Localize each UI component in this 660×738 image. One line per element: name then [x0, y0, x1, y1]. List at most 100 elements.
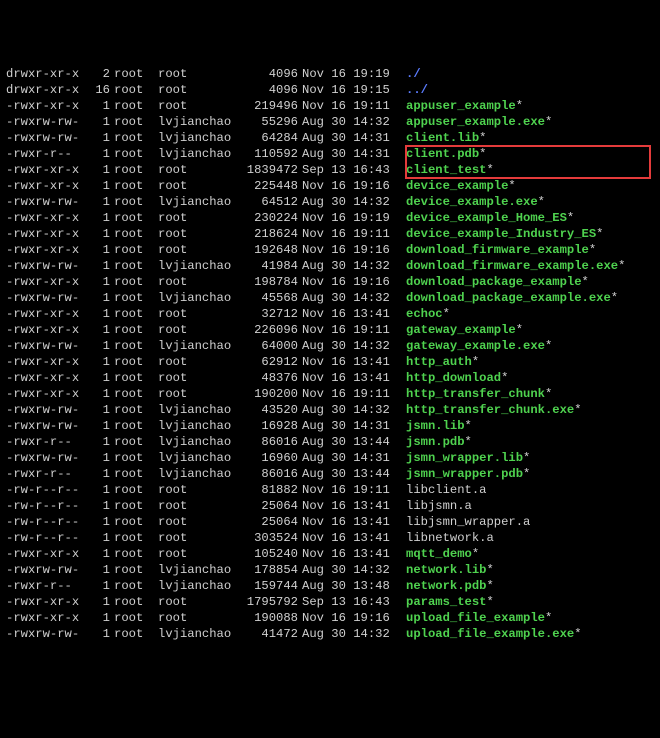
group: lvjianchao — [158, 338, 238, 354]
owner: root — [114, 354, 154, 370]
permissions: -rw-r--r-- — [6, 514, 88, 530]
group: root — [158, 210, 238, 226]
owner: root — [114, 498, 154, 514]
size: 159744 — [238, 578, 298, 594]
group: root — [158, 546, 238, 562]
owner: root — [114, 162, 154, 178]
link-count: 1 — [88, 226, 110, 242]
permissions: -rwxrw-rw- — [6, 194, 88, 210]
filename: client.lib — [406, 130, 479, 146]
permissions: -rw-r--r-- — [6, 482, 88, 498]
owner: root — [114, 194, 154, 210]
link-count: 1 — [88, 450, 110, 466]
file-entry: -rwxr-r--1rootlvjianchao86016Aug 30 13:4… — [6, 434, 654, 450]
permissions: -rwxrw-rw- — [6, 258, 88, 274]
file-entry: -rwxr-xr-x1rootroot219496Nov 16 19:11app… — [6, 98, 654, 114]
link-count: 1 — [88, 402, 110, 418]
size: 198784 — [238, 274, 298, 290]
link-count: 1 — [88, 258, 110, 274]
type-suffix: * — [508, 179, 515, 193]
size: 25064 — [238, 514, 298, 530]
filename: ./ — [406, 66, 421, 82]
owner: root — [114, 290, 154, 306]
owner: root — [114, 578, 154, 594]
permissions: -rwxr-xr-x — [6, 370, 88, 386]
size: 81882 — [238, 482, 298, 498]
link-count: 1 — [88, 114, 110, 130]
size: 41984 — [238, 258, 298, 274]
date: Nov 16 19:19 — [302, 210, 402, 226]
filename: libjsmn.a — [406, 498, 472, 514]
size: 86016 — [238, 466, 298, 482]
filename: mqtt_demo — [406, 546, 472, 562]
owner: root — [114, 98, 154, 114]
owner: root — [114, 626, 154, 642]
size: 86016 — [238, 434, 298, 450]
group: lvjianchao — [158, 578, 238, 594]
type-suffix: * — [486, 563, 493, 577]
filename: device_example_Industry_ES — [406, 226, 596, 242]
link-count: 1 — [88, 466, 110, 482]
file-entry: -rwxrw-rw-1rootlvjianchao64000Aug 30 14:… — [6, 338, 654, 354]
size: 110592 — [238, 146, 298, 162]
filename: upload_file_example.exe — [406, 626, 574, 642]
date: Nov 16 19:15 — [302, 82, 402, 98]
filename: download_package_example.exe — [406, 290, 611, 306]
link-count: 1 — [88, 98, 110, 114]
date: Nov 16 13:41 — [302, 306, 402, 322]
permissions: -rwxrw-rw- — [6, 402, 88, 418]
permissions: -rwxr-xr-x — [6, 306, 88, 322]
date: Aug 30 13:44 — [302, 466, 402, 482]
directory-listing: drwxr-xr-x2rootroot4096Nov 16 19:19./drw… — [6, 66, 654, 642]
type-suffix: * — [523, 467, 530, 481]
link-count: 1 — [88, 626, 110, 642]
owner: root — [114, 450, 154, 466]
group: root — [158, 242, 238, 258]
filename: appuser_example — [406, 98, 516, 114]
link-count: 1 — [88, 386, 110, 402]
filename: download_package_example — [406, 274, 582, 290]
link-count: 1 — [88, 162, 110, 178]
date: Aug 30 14:31 — [302, 146, 402, 162]
filename: http_transfer_chunk.exe — [406, 402, 574, 418]
group: root — [158, 226, 238, 242]
file-entry: -rwxr-r--1rootlvjianchao110592Aug 30 14:… — [6, 146, 654, 162]
filename: http_download — [406, 370, 501, 386]
type-suffix: * — [574, 403, 581, 417]
type-suffix: * — [545, 611, 552, 625]
owner: root — [114, 386, 154, 402]
file-entry: -rwxr-xr-x1rootroot1839472Sep 13 16:43cl… — [6, 162, 654, 178]
type-suffix: * — [545, 115, 552, 129]
group: lvjianchao — [158, 562, 238, 578]
group: lvjianchao — [158, 146, 238, 162]
group: root — [158, 98, 238, 114]
file-entry: -rwxrw-rw-1rootlvjianchao178854Aug 30 14… — [6, 562, 654, 578]
date: Nov 16 13:41 — [302, 354, 402, 370]
filename: appuser_example.exe — [406, 114, 545, 130]
type-suffix: * — [516, 323, 523, 337]
permissions: -rwxrw-rw- — [6, 562, 88, 578]
owner: root — [114, 258, 154, 274]
link-count: 1 — [88, 338, 110, 354]
owner: root — [114, 418, 154, 434]
group: root — [158, 610, 238, 626]
date: Nov 16 19:11 — [302, 322, 402, 338]
size: 190088 — [238, 610, 298, 626]
filename: network.lib — [406, 562, 486, 578]
type-suffix: * — [472, 355, 479, 369]
date: Aug 30 14:32 — [302, 402, 402, 418]
link-count: 1 — [88, 578, 110, 594]
size: 1839472 — [238, 162, 298, 178]
filename: client_test — [406, 162, 486, 178]
date: Aug 30 14:32 — [302, 338, 402, 354]
date: Nov 16 19:16 — [302, 274, 402, 290]
file-entry: -rwxr-xr-x1rootroot190200Nov 16 19:11htt… — [6, 386, 654, 402]
permissions: -rwxr-xr-x — [6, 226, 88, 242]
file-entry: drwxr-xr-x2rootroot4096Nov 16 19:19./ — [6, 66, 654, 82]
type-suffix: * — [486, 163, 493, 177]
permissions: -rwxr-xr-x — [6, 386, 88, 402]
filename: libclient.a — [406, 482, 486, 498]
owner: root — [114, 242, 154, 258]
type-suffix: * — [486, 595, 493, 609]
type-suffix: * — [465, 419, 472, 433]
